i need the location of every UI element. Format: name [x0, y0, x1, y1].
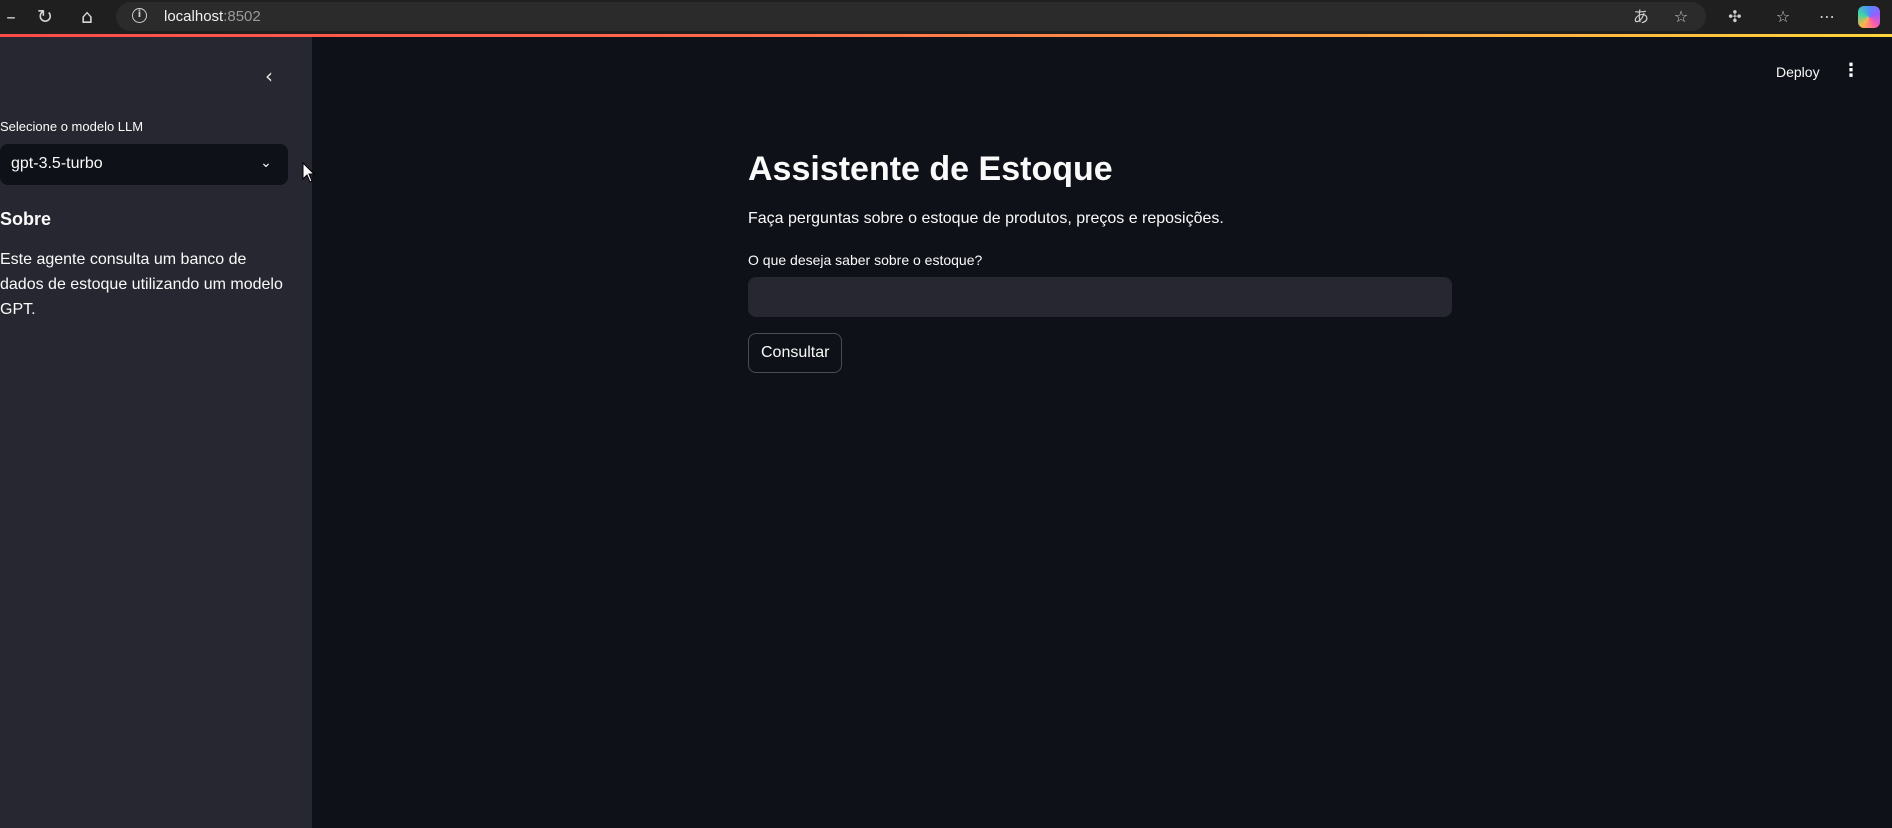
kebab-icon[interactable]: ⋮ — [1840, 60, 1862, 82]
translate-icon[interactable]: あ — [1630, 6, 1652, 28]
question-input-label: O que deseja saber sobre o estoque? — [748, 252, 983, 268]
deploy-button[interactable]: Deploy — [1768, 60, 1828, 84]
arrow-left-icon[interactable]: – — [0, 6, 22, 28]
question-input[interactable] — [748, 277, 1452, 317]
model-select-label: Selecione o modelo LLM — [0, 119, 144, 134]
page-title: Assistente de Estoque — [748, 150, 1113, 188]
about-heading: Sobre — [0, 209, 52, 229]
copilot-icon[interactable] — [1858, 6, 1880, 28]
chevron-left-icon[interactable]: ‹ — [258, 65, 280, 87]
browser-toolbar: – ↻ ⌂ i localhost:8502 あ ☆ ✣ ☆ ⋯ — [0, 0, 1892, 36]
url-host: localhost — [164, 8, 224, 25]
sidebar: ‹ Selecione o modelo LLM gpt-3.5-turbo ⌄… — [0, 37, 312, 828]
address-bar[interactable]: i localhost:8502 あ ☆ — [116, 2, 1706, 31]
favorites-icon[interactable]: ☆ — [1772, 6, 1794, 28]
url-port: :8502 — [223, 8, 261, 25]
reload-icon[interactable]: ↻ — [34, 6, 56, 28]
home-icon[interactable]: ⌂ — [76, 6, 98, 28]
puzzle-icon[interactable]: ✣ — [1724, 6, 1746, 28]
star-icon[interactable]: ☆ — [1670, 6, 1692, 28]
about-text: Este agente consulta um banco de dados d… — [0, 251, 283, 318]
chevron-down-icon[interactable]: ⌄ — [256, 153, 276, 173]
model-select[interactable]: gpt-3.5-turbo ⌄ — [0, 144, 288, 185]
model-select-value: gpt-3.5-turbo — [11, 155, 103, 172]
more-icon[interactable]: ⋯ — [1816, 6, 1838, 28]
consultar-button[interactable]: Consultar — [748, 333, 843, 373]
page-subtitle: Faça perguntas sobre o estoque de produt… — [748, 210, 1224, 227]
mouse-cursor-icon — [302, 162, 316, 183]
info-icon[interactable]: i — [132, 8, 147, 23]
url-text[interactable]: localhost:8502 — [164, 8, 261, 25]
